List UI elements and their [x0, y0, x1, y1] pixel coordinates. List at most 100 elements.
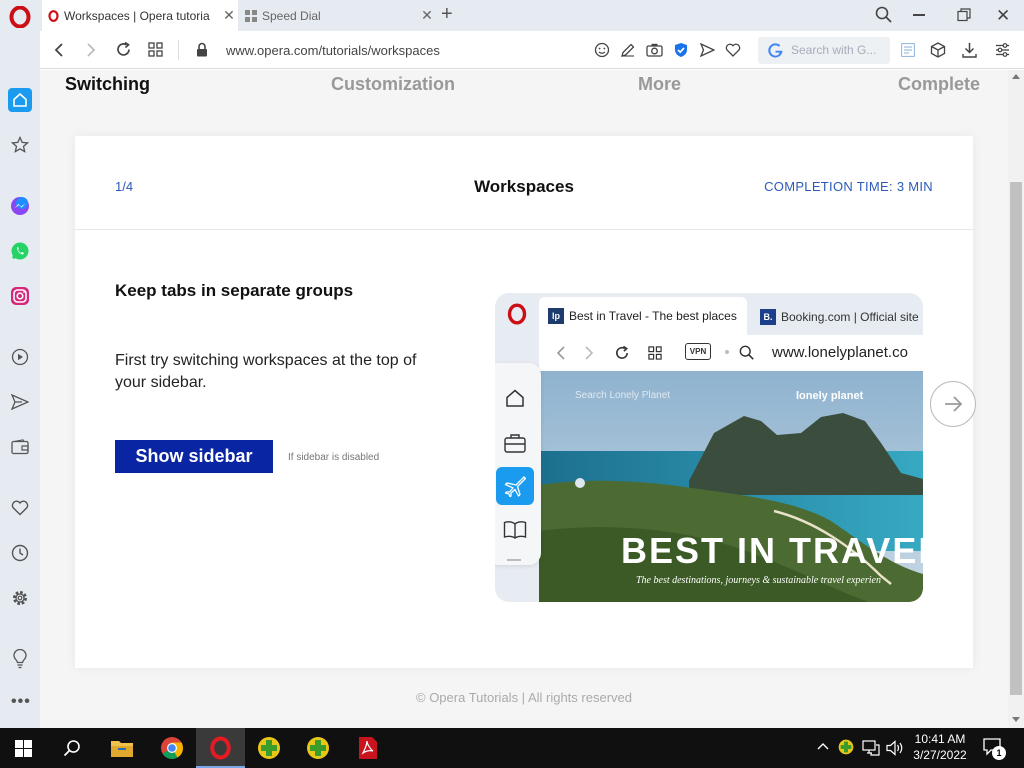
- tab-bar: Workspaces | Opera tutoria ✕ Speed Dial …: [0, 0, 1024, 31]
- booking-favicon: B.: [760, 309, 776, 325]
- windows-start-icon[interactable]: [15, 740, 32, 757]
- notification-count-badge: 1: [992, 746, 1006, 760]
- sidebar-disabled-note: If sidebar is disabled: [288, 452, 380, 463]
- close-tab-icon[interactable]: ✕: [418, 7, 436, 24]
- lock-icon[interactable]: [196, 42, 208, 57]
- step-complete[interactable]: Complete: [898, 74, 980, 95]
- dot-separator: [725, 350, 729, 354]
- minimize-icon[interactable]: [913, 14, 925, 16]
- preview-search-placeholder: Search Lonely Planet: [575, 390, 671, 401]
- preview-tab-booking: B. Booking.com | Official site: [760, 307, 923, 327]
- more-options-icon[interactable]: •••: [11, 693, 31, 711]
- flow-send-icon[interactable]: [8, 390, 32, 414]
- emoji-icon[interactable]: [594, 42, 610, 58]
- speed-dial-icon: [240, 9, 262, 22]
- tab-title: Speed Dial: [262, 8, 321, 23]
- clock[interactable]: 10:41 AM 3/27/2022: [905, 731, 975, 763]
- reader-icon[interactable]: [901, 43, 915, 57]
- close-tab-icon[interactable]: ✕: [220, 7, 238, 24]
- snapshot-icon[interactable]: [646, 42, 663, 58]
- opera-favicon-icon: [42, 9, 64, 22]
- url-field[interactable]: www.opera.com/tutorials/workspaces: [226, 43, 596, 58]
- tab-workspaces[interactable]: Workspaces | Opera tutoria ✕: [42, 0, 238, 31]
- opera-icon: [210, 736, 231, 760]
- home-icon: [506, 389, 524, 407]
- step-customization[interactable]: Customization: [331, 74, 455, 95]
- book-icon: [503, 521, 527, 539]
- scroll-up-icon[interactable]: [1012, 74, 1020, 79]
- heart-icon[interactable]: [8, 496, 32, 520]
- download-icon[interactable]: [962, 42, 977, 58]
- network-icon[interactable]: [862, 740, 880, 756]
- close-window-icon[interactable]: ✕: [996, 6, 1010, 26]
- search-icon: [739, 345, 754, 360]
- tabs-overview-icon: [648, 346, 662, 360]
- instagram-icon[interactable]: [8, 284, 32, 308]
- restore-icon[interactable]: [957, 8, 971, 22]
- notifications-icon[interactable]: 1: [983, 737, 1006, 760]
- search-icon[interactable]: [63, 739, 81, 757]
- next-slide-arrow-icon[interactable]: [930, 381, 976, 427]
- messenger-icon[interactable]: [8, 194, 32, 218]
- step-more[interactable]: More: [638, 74, 681, 95]
- scroll-down-icon[interactable]: [1012, 717, 1020, 722]
- star-icon[interactable]: [8, 133, 32, 157]
- page-content: Switching Customization More Complete 1/…: [40, 70, 1008, 728]
- player-icon[interactable]: [8, 345, 32, 369]
- wallet-icon[interactable]: [8, 435, 32, 459]
- forward-icon[interactable]: [84, 42, 98, 58]
- sidebar-handle: [507, 559, 521, 561]
- google-icon: [768, 43, 783, 58]
- tab-speed-dial[interactable]: Speed Dial ✕: [240, 0, 436, 31]
- extensions-cube-icon[interactable]: [930, 42, 946, 58]
- lonely-planet-favicon: lp: [548, 308, 564, 324]
- preview-tab-title: Booking.com | Official site: [781, 310, 919, 324]
- send-icon[interactable]: [700, 43, 715, 57]
- whatsapp-icon[interactable]: [8, 239, 32, 263]
- home-workspace-icon[interactable]: [8, 88, 32, 112]
- briefcase-icon: [504, 434, 526, 453]
- new-tab-icon[interactable]: +: [441, 4, 453, 24]
- tray-chevron-up-icon[interactable]: [817, 741, 829, 751]
- instruction-text: First try switching workspaces at the to…: [115, 352, 417, 391]
- opera-menu-icon[interactable]: [9, 6, 31, 28]
- app-green-plus-icon[interactable]: [306, 736, 330, 760]
- preview-tab-active: lp Best in Travel - The best places: [539, 297, 747, 335]
- preview-address-bar: VPN www.lonelyplanet.co: [539, 335, 923, 371]
- sidebar: •••: [0, 31, 40, 728]
- search-box[interactable]: Search with G...: [758, 37, 890, 64]
- volume-icon[interactable]: [886, 740, 904, 756]
- edit-icon[interactable]: [620, 42, 636, 58]
- show-sidebar-button[interactable]: Show sidebar: [115, 440, 273, 473]
- clock-time: 10:41 AM: [914, 732, 966, 746]
- lightbulb-icon[interactable]: [8, 647, 32, 671]
- step-switching[interactable]: Switching: [65, 74, 150, 95]
- easy-setup-icon[interactable]: [995, 43, 1010, 57]
- search-placeholder: Search with G...: [791, 43, 877, 57]
- scrollbar-thumb[interactable]: [1010, 182, 1022, 695]
- settings-gear-icon[interactable]: [8, 586, 32, 610]
- browser-preview: lp Best in Travel - The best places B. B…: [495, 293, 923, 602]
- adblock-shield-icon[interactable]: [673, 42, 689, 58]
- best-in-travel-subline: The best destinations, journeys & sustai…: [636, 575, 881, 586]
- lonely-planet-logo: lonely planet: [796, 390, 864, 402]
- file-explorer-icon[interactable]: [110, 738, 134, 758]
- tab-title: Workspaces | Opera tutoria: [64, 8, 210, 23]
- windows-taskbar: 10:41 AM 3/27/2022 1: [0, 728, 1024, 768]
- heart-icon[interactable]: [725, 43, 741, 57]
- address-bar: www.opera.com/tutorials/workspaces Searc…: [40, 31, 1024, 69]
- reload-icon[interactable]: [115, 41, 132, 58]
- chrome-icon[interactable]: [160, 736, 184, 760]
- tray-app-icon[interactable]: [838, 739, 854, 755]
- pdf-reader-icon[interactable]: [357, 736, 379, 760]
- history-clock-icon[interactable]: [8, 541, 32, 565]
- completion-time: COMPLETION TIME: 3 MIN: [764, 179, 933, 194]
- tabs-overview-icon[interactable]: [148, 42, 163, 57]
- vertical-scrollbar[interactable]: [1008, 70, 1024, 728]
- back-icon[interactable]: [52, 42, 66, 58]
- app-green-plus-icon[interactable]: [257, 736, 281, 760]
- preview-url: www.lonelyplanet.co: [772, 344, 908, 361]
- divider: [75, 229, 973, 230]
- opera-taskbar-button[interactable]: [196, 728, 245, 768]
- search-tabs-icon[interactable]: [875, 6, 893, 24]
